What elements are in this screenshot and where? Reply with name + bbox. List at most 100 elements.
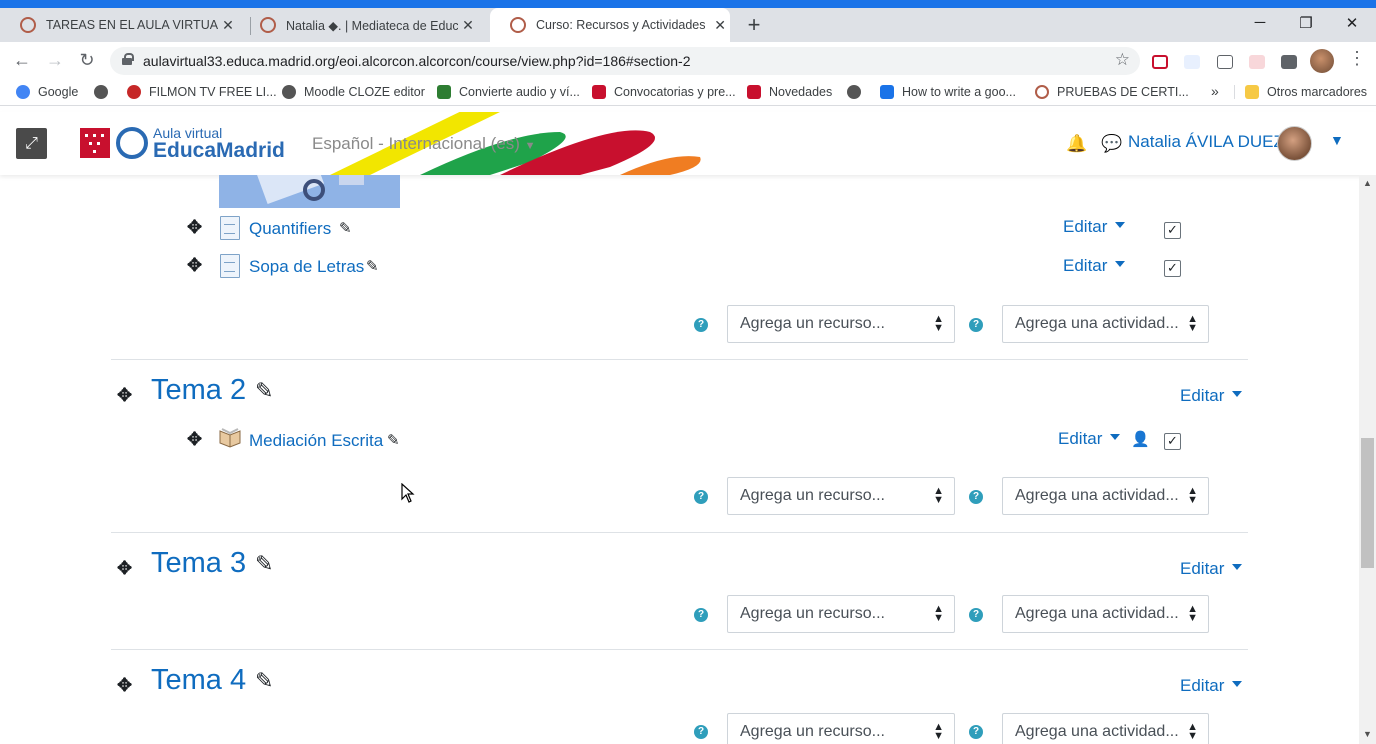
logo-title[interactable]: EducaMadrid: [153, 139, 285, 163]
help-icon[interactable]: ?: [969, 318, 983, 332]
section-title-tema-4[interactable]: Tema 4: [151, 664, 246, 697]
more-bookmarks-icon[interactable]: »: [1211, 83, 1219, 99]
tab-tareas[interactable]: TAREAS EN EL AULA VIRTUAL: Cr ✕: [0, 8, 250, 42]
bookmark-novedades[interactable]: Novedades: [747, 85, 832, 99]
new-tab-icon[interactable]: +: [743, 12, 765, 38]
help-icon[interactable]: ?: [694, 608, 708, 622]
extension-icon[interactable]: [1184, 55, 1200, 69]
edit-title-pencil-icon[interactable]: ✎: [366, 257, 379, 275]
section-divider: [111, 359, 1248, 360]
help-icon[interactable]: ?: [969, 490, 983, 504]
extension-icon[interactable]: [1217, 55, 1233, 69]
bookmark-moodle-cloze[interactable]: Moodle CLOZE editor: [282, 85, 425, 99]
select-value: Agrega un recurso...: [740, 487, 885, 504]
user-avatar[interactable]: [1277, 126, 1312, 161]
bookmark-label: Moodle CLOZE editor: [304, 85, 425, 99]
restore-icon[interactable]: ❐: [1283, 14, 1329, 32]
profile-avatar[interactable]: [1310, 49, 1334, 73]
move-icon[interactable]: ✥: [117, 675, 132, 696]
educamadrid-logo-icon: [116, 127, 148, 159]
completion-checkbox-icon[interactable]: ✓: [1164, 222, 1181, 239]
expand-icon[interactable]: ⤢: [16, 128, 47, 159]
extension-icon[interactable]: [1249, 55, 1265, 69]
add-resource-select[interactable]: Agrega un recurso... ▲ ▼: [727, 305, 955, 343]
bookmark-how-to-write[interactable]: How to write a goo...: [880, 85, 1016, 99]
reload-icon[interactable]: ↻: [76, 50, 98, 71]
close-tab-icon[interactable]: ✕: [458, 17, 478, 34]
scrollbar-thumb[interactable]: [1361, 438, 1374, 568]
help-icon[interactable]: ?: [694, 490, 708, 504]
bookmark-convocatorias[interactable]: Convocatorias y pre...: [592, 85, 736, 99]
notifications-bell-icon[interactable]: 🔔: [1066, 134, 1087, 154]
section-editar-menu[interactable]: Editar: [1180, 386, 1243, 406]
move-icon[interactable]: ✥: [117, 385, 132, 406]
move-icon[interactable]: ✥: [187, 429, 202, 450]
bookmark-label: PRUEBAS DE CERTI...: [1057, 85, 1189, 99]
edit-section-pencil-icon[interactable]: ✎: [255, 668, 273, 694]
close-tab-icon[interactable]: ✕: [218, 17, 238, 34]
completion-checkbox-icon[interactable]: ✓: [1164, 260, 1181, 277]
bookmark-star-icon[interactable]: ☆: [1115, 50, 1130, 70]
user-menu-caret-icon[interactable]: ▼: [1330, 132, 1344, 148]
assign-roles-person-icon[interactable]: 👤: [1131, 430, 1150, 448]
activity-link-sopa-de-letras[interactable]: Sopa de Letras: [249, 257, 364, 277]
section-divider: [111, 532, 1248, 533]
help-icon[interactable]: ?: [694, 318, 708, 332]
bookmark-globe-2[interactable]: [847, 85, 869, 99]
add-activity-select[interactable]: Agrega una actividad... ▲ ▼: [1002, 305, 1209, 343]
add-activity-select[interactable]: Agrega una actividad... ▲ ▼: [1002, 595, 1209, 633]
add-resource-select[interactable]: Agrega un recurso... ▲ ▼: [727, 713, 955, 744]
move-icon[interactable]: ✥: [187, 217, 202, 238]
address-bar: ← → ↻ aulavirtual33.educa.madrid.org/eoi…: [0, 42, 1376, 80]
scroll-up-icon[interactable]: ▲: [1363, 178, 1372, 188]
activity-link-mediacion-escrita[interactable]: Mediación Escrita: [249, 431, 383, 451]
move-icon[interactable]: ✥: [187, 255, 202, 276]
tab-curso[interactable]: Curso: Recursos y Actividades ✕: [490, 8, 730, 42]
help-icon[interactable]: ?: [969, 725, 983, 739]
bookmark-convierte[interactable]: Convierte audio y ví...: [437, 85, 580, 99]
bookmark-label: Convierte audio y ví...: [459, 85, 580, 99]
help-icon[interactable]: ?: [694, 725, 708, 739]
course-content: ✥ Quantifiers ✎ Editar ✓ ✥ Sopa de Letra…: [0, 175, 1359, 744]
tab-title: TAREAS EN EL AULA VIRTUAL: Cr: [46, 18, 218, 32]
extension-icon[interactable]: [1152, 55, 1168, 69]
bookmark-label: How to write a goo...: [902, 85, 1016, 99]
language-selector[interactable]: Español - Internacional (es) ▼: [312, 134, 536, 154]
back-icon[interactable]: ←: [11, 50, 33, 71]
bookmark-filmon[interactable]: FILMON TV FREE LI...: [127, 85, 277, 99]
bookmark-pruebas[interactable]: PRUEBAS DE CERTI...: [1035, 85, 1189, 99]
tab-mediateca[interactable]: Natalia ◆. | Mediateca de Educa ✕: [240, 8, 490, 42]
editar-menu[interactable]: Editar: [1063, 217, 1126, 237]
minimize-icon[interactable]: ─: [1237, 14, 1283, 31]
scroll-down-icon[interactable]: ▼: [1363, 729, 1372, 739]
add-resource-select[interactable]: Agrega un recurso... ▲ ▼: [727, 595, 955, 633]
editar-menu[interactable]: Editar: [1058, 429, 1121, 449]
add-activity-select[interactable]: Agrega una actividad... ▲ ▼: [1002, 713, 1209, 744]
edit-section-pencil-icon[interactable]: ✎: [255, 378, 273, 404]
messages-icon[interactable]: 💬: [1101, 134, 1122, 154]
bookmark-google[interactable]: Google: [16, 85, 78, 99]
section-editar-menu[interactable]: Editar: [1180, 559, 1243, 579]
other-bookmarks[interactable]: Otros marcadores: [1234, 85, 1367, 99]
edit-title-pencil-icon[interactable]: ✎: [339, 219, 352, 237]
add-resource-select[interactable]: Agrega un recurso... ▲ ▼: [727, 477, 955, 515]
add-activity-select[interactable]: Agrega una actividad... ▲ ▼: [1002, 477, 1209, 515]
completion-checkbox-icon[interactable]: ✓: [1164, 433, 1181, 450]
editar-menu[interactable]: Editar: [1063, 256, 1126, 276]
close-tab-icon[interactable]: ✕: [710, 17, 730, 34]
browser-menu-icon[interactable]: ⋮: [1348, 48, 1366, 69]
section-editar-menu[interactable]: Editar: [1180, 676, 1243, 696]
url-omnibox[interactable]: aulavirtual33.educa.madrid.org/eoi.alcor…: [110, 47, 1140, 75]
help-icon[interactable]: ?: [969, 608, 983, 622]
puzzle-extensions-icon[interactable]: [1281, 55, 1297, 69]
forward-icon[interactable]: →: [44, 50, 66, 71]
activity-link-quantifiers[interactable]: Quantifiers: [249, 219, 331, 239]
close-window-icon[interactable]: ✕: [1329, 14, 1375, 32]
user-name[interactable]: Natalia ÁVILA DUEZ: [1128, 132, 1284, 152]
edit-title-pencil-icon[interactable]: ✎: [387, 431, 400, 449]
bookmark-globe[interactable]: [94, 85, 116, 99]
section-title-tema-3[interactable]: Tema 3: [151, 547, 246, 580]
move-icon[interactable]: ✥: [117, 558, 132, 579]
section-title-tema-2[interactable]: Tema 2: [151, 374, 246, 407]
edit-section-pencil-icon[interactable]: ✎: [255, 551, 273, 577]
